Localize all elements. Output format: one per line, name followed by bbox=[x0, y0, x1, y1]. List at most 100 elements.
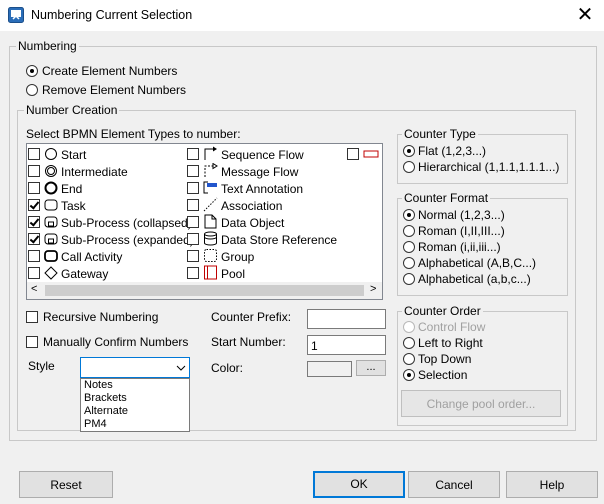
scroll-left-icon[interactable]: < bbox=[31, 283, 37, 295]
close-icon[interactable]: ✕ bbox=[572, 3, 598, 27]
checkbox-association[interactable] bbox=[187, 199, 199, 211]
checkbox-start[interactable] bbox=[28, 148, 40, 160]
style-select[interactable] bbox=[80, 357, 190, 378]
list-item-start[interactable]: Start bbox=[61, 148, 86, 162]
scroll-right-icon[interactable]: > bbox=[370, 283, 376, 295]
style-dropdown-list[interactable]: Notes Brackets Alternate PM4 bbox=[80, 378, 190, 432]
list-item-message-flow[interactable]: Message Flow bbox=[221, 165, 298, 179]
list-item-group[interactable]: Group bbox=[221, 250, 254, 264]
element-types-list[interactable]: Start Intermediate End Task Sub-Process … bbox=[26, 143, 383, 300]
create-numbers-label[interactable]: Create Element Numbers bbox=[42, 64, 177, 78]
app-icon bbox=[8, 7, 24, 23]
list-item-data-object[interactable]: Data Object bbox=[221, 216, 284, 230]
counter-type-legend: Counter Type bbox=[402, 127, 478, 141]
manual-confirm-label[interactable]: Manually Confirm Numbers bbox=[43, 335, 188, 349]
counter-type-hierarchical-label[interactable]: Hierarchical (1,1.1,1.1.1...) bbox=[418, 160, 559, 174]
start-event-icon bbox=[45, 148, 57, 160]
list-item-subprocess-expanded[interactable]: Sub-Process (expanded) bbox=[61, 233, 194, 247]
format-roman-upper-label[interactable]: Roman (I,II,III...) bbox=[418, 224, 505, 238]
checkbox-call-activity[interactable] bbox=[28, 250, 40, 262]
list-item-call-activity[interactable]: Call Activity bbox=[61, 250, 122, 264]
list-item-lane[interactable]: I bbox=[381, 148, 382, 162]
data-object-icon bbox=[204, 214, 217, 229]
list-item-end[interactable]: End bbox=[61, 182, 82, 196]
checkbox-group[interactable] bbox=[187, 250, 199, 262]
scrollbar-thumb[interactable] bbox=[45, 285, 364, 296]
checkbox-data-object[interactable] bbox=[187, 216, 199, 228]
style-option-alternate[interactable]: Alternate bbox=[81, 405, 189, 418]
horizontal-scrollbar[interactable]: < > bbox=[27, 282, 382, 299]
remove-numbers-radio[interactable] bbox=[26, 84, 38, 96]
style-option-brackets[interactable]: Brackets bbox=[81, 392, 189, 405]
checkbox-intermediate[interactable] bbox=[28, 165, 40, 177]
chevron-down-icon bbox=[176, 365, 186, 371]
remove-numbers-label[interactable]: Remove Element Numbers bbox=[42, 83, 186, 97]
message-flow-icon bbox=[204, 163, 218, 177]
title-bar: Numbering Current Selection ✕ bbox=[0, 0, 604, 31]
list-item-data-store[interactable]: Data Store Reference bbox=[221, 233, 337, 247]
checkbox-message-flow[interactable] bbox=[187, 165, 199, 177]
counter-type-hierarchical-radio[interactable] bbox=[403, 161, 415, 173]
format-alpha-lower-label[interactable]: Alphabetical (a,b,c...) bbox=[418, 272, 531, 286]
create-numbers-radio[interactable] bbox=[26, 65, 38, 77]
style-option-notes[interactable]: Notes bbox=[81, 379, 189, 392]
checkbox-lane[interactable] bbox=[347, 148, 359, 160]
list-item-intermediate[interactable]: Intermediate bbox=[61, 165, 128, 179]
list-item-sequence-flow[interactable]: Sequence Flow bbox=[221, 148, 304, 162]
checkbox-sequence-flow[interactable] bbox=[187, 148, 199, 160]
recursive-numbering-label[interactable]: Recursive Numbering bbox=[43, 310, 158, 324]
order-left-right-label[interactable]: Left to Right bbox=[418, 336, 483, 350]
format-alpha-upper-label[interactable]: Alphabetical (A,B,C...) bbox=[418, 256, 536, 270]
manual-confirm-checkbox[interactable] bbox=[26, 336, 38, 348]
order-left-right-radio[interactable] bbox=[403, 337, 415, 349]
cancel-button[interactable]: Cancel bbox=[408, 471, 500, 498]
order-top-down-radio[interactable] bbox=[403, 353, 415, 365]
subprocess-expanded-icon bbox=[44, 233, 58, 245]
order-selection-radio[interactable] bbox=[403, 369, 415, 381]
color-picker-button[interactable]: ... bbox=[356, 360, 386, 376]
checkbox-gateway[interactable] bbox=[28, 267, 40, 279]
sequence-flow-icon bbox=[204, 146, 217, 160]
checkbox-text-annotation[interactable] bbox=[187, 182, 199, 194]
color-swatch[interactable] bbox=[307, 361, 352, 377]
recursive-numbering-checkbox[interactable] bbox=[26, 311, 38, 323]
list-item-gateway[interactable]: Gateway bbox=[61, 267, 108, 281]
start-number-label: Start Number: bbox=[211, 335, 286, 349]
format-normal-label[interactable]: Normal (1,2,3...) bbox=[418, 208, 505, 222]
style-label: Style bbox=[28, 359, 55, 373]
format-alpha-lower-radio[interactable] bbox=[403, 273, 415, 285]
order-top-down-label[interactable]: Top Down bbox=[418, 352, 471, 366]
group-icon bbox=[204, 249, 217, 262]
counter-order-legend: Counter Order bbox=[402, 304, 483, 318]
counter-type-flat-radio[interactable] bbox=[403, 145, 415, 157]
style-option-pm4[interactable]: PM4 bbox=[81, 418, 189, 431]
format-roman-lower-radio[interactable] bbox=[403, 241, 415, 253]
checkbox-task[interactable] bbox=[28, 199, 40, 211]
checkbox-subprocess-expanded[interactable] bbox=[28, 233, 40, 245]
help-button[interactable]: Help bbox=[506, 471, 598, 498]
element-types-label: Select BPMN Element Types to number: bbox=[26, 127, 241, 141]
reset-button[interactable]: Reset bbox=[19, 471, 113, 498]
start-number-input[interactable]: 1 bbox=[307, 335, 386, 355]
list-item-subprocess-collapsed[interactable]: Sub-Process (collapsed) bbox=[61, 216, 192, 230]
counter-type-flat-label[interactable]: Flat (1,2,3...) bbox=[418, 144, 486, 158]
format-roman-lower-label[interactable]: Roman (i,ii,iii...) bbox=[418, 240, 501, 254]
list-item-association[interactable]: Association bbox=[221, 199, 282, 213]
list-item-text-annotation[interactable]: Text Annotation bbox=[221, 182, 303, 196]
checkbox-pool[interactable] bbox=[187, 267, 199, 279]
list-item-task[interactable]: Task bbox=[61, 199, 86, 213]
format-alpha-upper-radio[interactable] bbox=[403, 257, 415, 269]
ok-button[interactable]: OK bbox=[313, 471, 405, 498]
end-event-icon bbox=[44, 181, 58, 195]
counter-prefix-input[interactable] bbox=[307, 309, 386, 329]
format-roman-upper-radio[interactable] bbox=[403, 225, 415, 237]
order-selection-label[interactable]: Selection bbox=[418, 368, 467, 382]
counter-prefix-label: Counter Prefix: bbox=[211, 310, 292, 324]
change-pool-order-button[interactable]: Change pool order... bbox=[401, 390, 561, 417]
list-item-pool[interactable]: Pool bbox=[221, 267, 245, 281]
lane-icon bbox=[363, 150, 379, 158]
format-normal-radio[interactable] bbox=[403, 209, 415, 221]
checkbox-data-store[interactable] bbox=[187, 233, 199, 245]
checkbox-end[interactable] bbox=[28, 182, 40, 194]
checkbox-subprocess-collapsed[interactable] bbox=[28, 216, 40, 228]
